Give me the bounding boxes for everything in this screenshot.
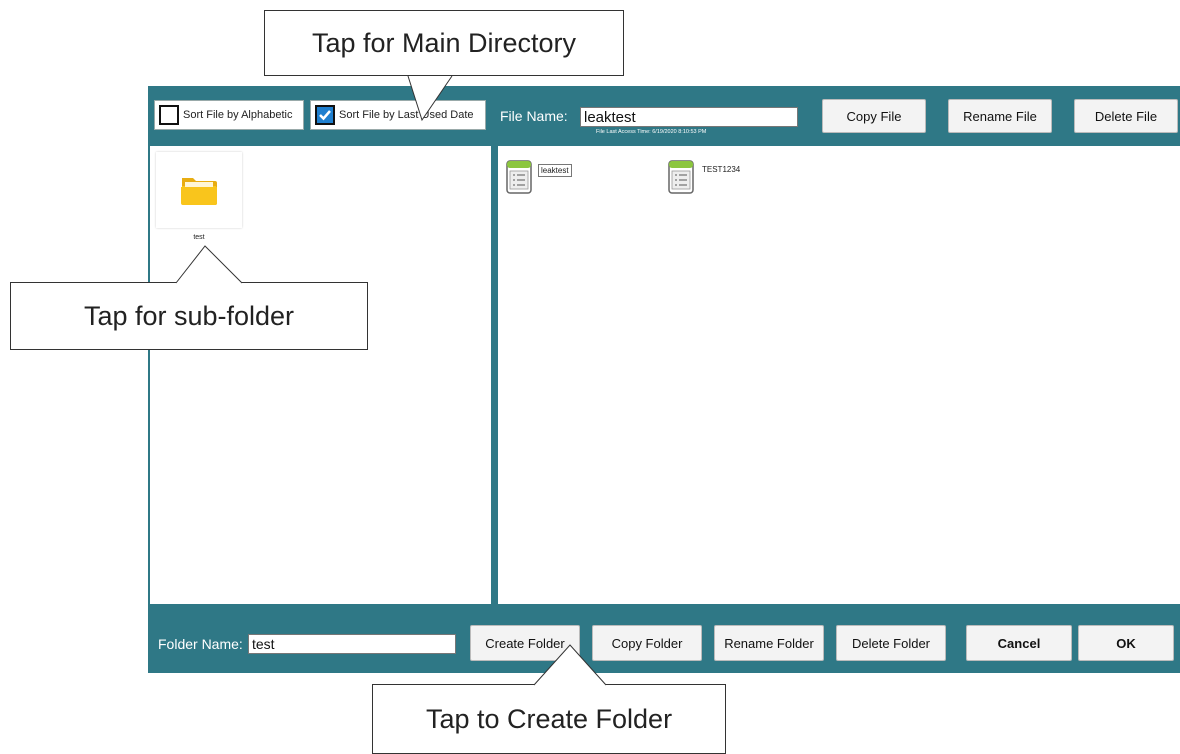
create-folder-callout-pointer	[533, 644, 607, 686]
